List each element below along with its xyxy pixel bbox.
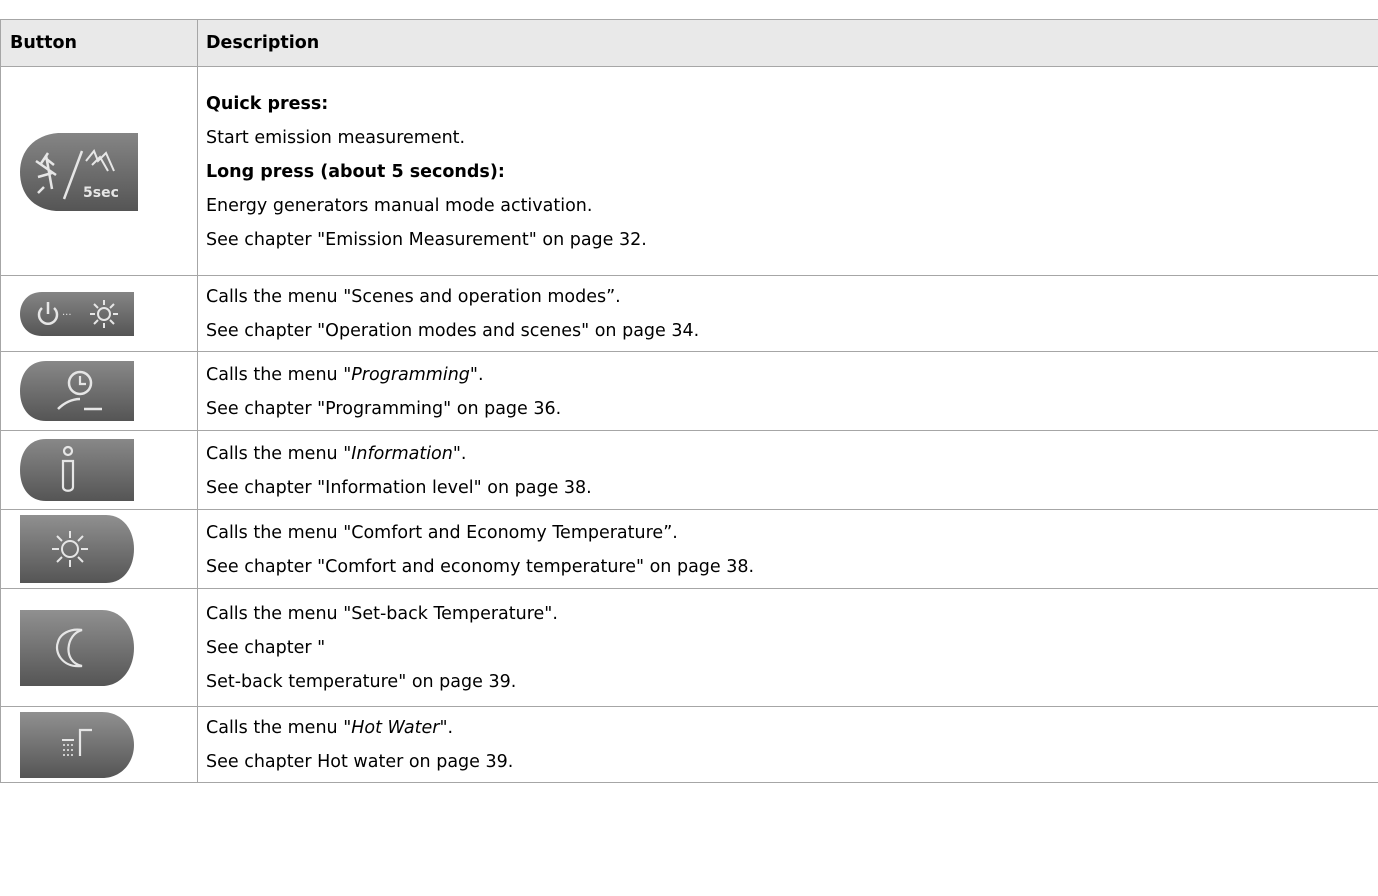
table-row: Calls the menu "Hot Water". See chapter … xyxy=(0,706,1378,783)
description-line: See chapter "Information level" on page … xyxy=(206,477,592,498)
description-line: See chapter "Programming" on page 36. xyxy=(206,398,562,419)
table-row: Calls the menu "Comfort and Economy Temp… xyxy=(0,509,1378,589)
emission-measurement-5sec-button-icon: 5sec xyxy=(18,131,197,212)
description-line: Calls the menu "Hot Water". xyxy=(206,718,454,738)
description-line: See chapter "Emission Measurement" on pa… xyxy=(206,229,647,250)
info-button-icon xyxy=(18,437,197,503)
description-line: Calls the menu "Programming". xyxy=(206,364,484,385)
description-cell: Calls the menu "Set-back Temperature". S… xyxy=(197,588,1378,707)
table-row: Calls the menu "Information". See chapte… xyxy=(0,430,1378,510)
description-cell: Calls the menu "Hot Water". See chapter … xyxy=(197,706,1378,783)
description-line: Calls the menu "Set-back Temperature". xyxy=(206,604,558,624)
button-cell: 5sec xyxy=(0,66,198,276)
button-cell xyxy=(0,430,198,510)
button-cell xyxy=(0,509,198,589)
description-line: Calls the menu "Scenes and operation mod… xyxy=(206,287,621,307)
description-cell: Quick press: Start emission measurement.… xyxy=(197,66,1378,276)
sun-comfort-button-icon xyxy=(18,513,197,585)
button-cell: ··· xyxy=(0,275,198,352)
five-sec-label: 5sec xyxy=(83,185,119,201)
column-header-description: Description xyxy=(197,19,1378,67)
quick-press-heading: Quick press: xyxy=(206,93,329,114)
shower-hot-water-button-icon xyxy=(18,710,197,780)
description-line: Set-back temperature" on page 39. xyxy=(206,672,517,692)
description-line: See chapter "Comfort and economy tempera… xyxy=(206,556,755,577)
table-header-row: Button Description xyxy=(0,19,1378,67)
column-header-button: Button xyxy=(0,19,198,67)
moon-setback-button-icon xyxy=(18,608,197,688)
description-cell: Calls the menu "Information". See chapte… xyxy=(197,430,1378,510)
description-line: See chapter Hot water on page 39. xyxy=(206,752,514,772)
description-line: See chapter " xyxy=(206,638,326,658)
table-row: Calls the menu "Programming". See chapte… xyxy=(0,351,1378,431)
button-cell xyxy=(0,706,198,783)
table-row: 5sec Quick press: Start emission measure… xyxy=(0,66,1378,276)
button-description-table: Button Description 5sec Quick press: Sta… xyxy=(0,19,1378,783)
power-scenes-button-icon: ··· xyxy=(18,290,197,338)
description-cell: Calls the menu "Scenes and operation mod… xyxy=(197,275,1378,352)
table-row: Calls the menu "Set-back Temperature". S… xyxy=(0,588,1378,707)
description-line: Start emission measurement. xyxy=(206,127,466,148)
description-line: Calls the menu "Comfort and Economy Temp… xyxy=(206,522,678,543)
description-line: Energy generators manual mode activation… xyxy=(206,195,593,216)
button-cell xyxy=(0,588,198,707)
long-press-heading: Long press (about 5 seconds): xyxy=(206,161,505,182)
svg-text:···: ··· xyxy=(62,310,72,321)
description-cell: Calls the menu "Comfort and Economy Temp… xyxy=(197,509,1378,589)
clock-programming-button-icon xyxy=(18,359,197,423)
description-line: Calls the menu "Information". xyxy=(206,443,467,464)
table-row: ··· Calls the menu "Scenes and operation… xyxy=(0,275,1378,352)
description-line: See chapter "Operation modes and scenes"… xyxy=(206,321,700,341)
button-cell xyxy=(0,351,198,431)
description-cell: Calls the menu "Programming". See chapte… xyxy=(197,351,1378,431)
